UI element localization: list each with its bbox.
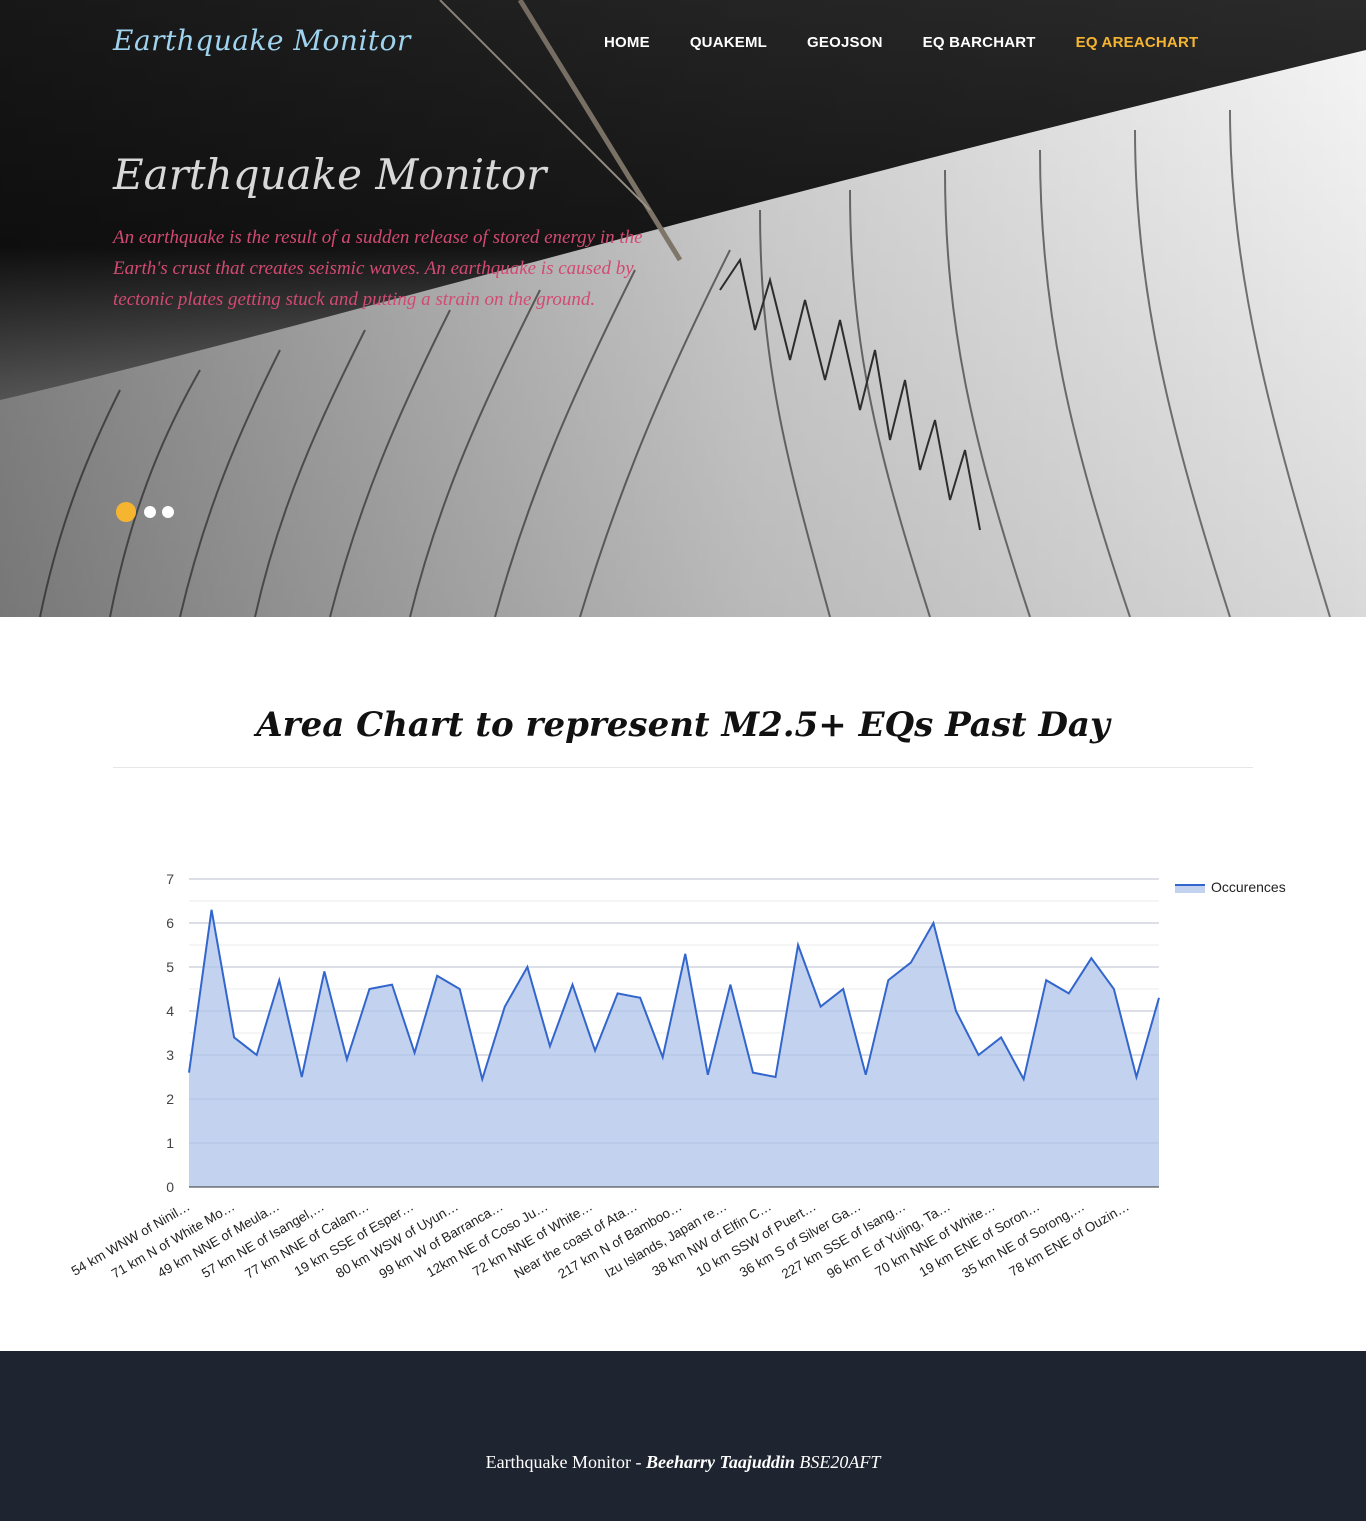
legend-swatch: [1175, 885, 1205, 893]
y-tick-label: 6: [166, 915, 174, 931]
data-point: [796, 943, 800, 947]
footer-code: BSE20AFT: [799, 1452, 881, 1472]
carousel-dot-2[interactable]: [144, 506, 156, 518]
data-point: [977, 1053, 981, 1057]
area-chart: 0123456754 km WNW of Ninil…71 km N of Wh…: [69, 871, 1286, 1282]
nav-geojson[interactable]: GEOJSON: [807, 34, 883, 51]
data-point: [1157, 996, 1161, 1000]
data-point: [1134, 1075, 1138, 1079]
nav-menu: HOME QUAKEML GEOJSON EQ BARCHART EQ AREA…: [604, 34, 1238, 51]
data-point: [593, 1049, 597, 1053]
data-point: [525, 965, 529, 969]
nav-quakeml[interactable]: QUAKEML: [690, 34, 767, 51]
data-point: [232, 1035, 236, 1039]
hero-title: Earthquake Monitor: [113, 150, 547, 199]
data-point: [819, 1005, 823, 1009]
nav-home[interactable]: HOME: [604, 34, 650, 51]
data-point: [210, 908, 214, 912]
data-point: [886, 978, 890, 982]
brand-logo[interactable]: Earthquake Monitor: [113, 24, 411, 57]
data-point: [638, 996, 642, 1000]
y-tick-label: 0: [166, 1179, 174, 1195]
data-point: [277, 978, 281, 982]
data-point: [367, 987, 371, 991]
section-heading: Area Chart to represent M2.5+ EQs Past D…: [256, 705, 1110, 745]
data-point: [706, 1073, 710, 1077]
data-point: [661, 1055, 665, 1059]
data-point: [864, 1073, 868, 1077]
data-point: [1089, 956, 1093, 960]
series-area: [189, 909, 1159, 1187]
footer: Earthquake Monitor - Beeharry Taajuddin …: [0, 1351, 1366, 1521]
data-point: [751, 1071, 755, 1075]
data-point: [728, 983, 732, 987]
data-point: [909, 961, 913, 965]
data-point: [345, 1057, 349, 1061]
data-point: [300, 1075, 304, 1079]
data-point: [954, 1009, 958, 1013]
y-tick-label: 2: [166, 1091, 174, 1107]
y-tick-label: 1: [166, 1135, 174, 1151]
carousel-dot-1[interactable]: [116, 502, 136, 522]
data-point: [255, 1053, 259, 1057]
y-tick-label: 7: [166, 871, 174, 887]
y-tick-label: 5: [166, 959, 174, 975]
data-point: [435, 974, 439, 978]
data-point: [480, 1077, 484, 1081]
hero-banner: Earthquake Monitor HOME QUAKEML GEOJSON …: [0, 0, 1366, 617]
data-point: [503, 1005, 507, 1009]
data-point: [1022, 1077, 1026, 1081]
footer-prefix: Earthquake Monitor -: [485, 1452, 647, 1472]
data-point: [413, 1051, 417, 1055]
data-point: [1044, 978, 1048, 982]
data-point: [1067, 991, 1071, 995]
chart-section: Area Chart to represent M2.5+ EQs Past D…: [0, 617, 1366, 1351]
y-tick-label: 4: [166, 1003, 174, 1019]
legend-label: Occurences: [1211, 879, 1286, 895]
data-point: [187, 1071, 191, 1075]
y-tick-label: 3: [166, 1047, 174, 1063]
nav-eq-barchart[interactable]: EQ BARCHART: [923, 34, 1036, 51]
data-point: [570, 983, 574, 987]
footer-credit: Earthquake Monitor - Beeharry Taajuddin …: [0, 1452, 1366, 1473]
hero-description: An earthquake is the result of a sudden …: [113, 227, 643, 310]
data-point: [616, 991, 620, 995]
data-point: [999, 1035, 1003, 1039]
data-point: [1112, 987, 1116, 991]
carousel-dot-3[interactable]: [162, 506, 174, 518]
data-point: [390, 983, 394, 987]
data-point: [322, 969, 326, 973]
carousel-indicators: [116, 502, 174, 522]
data-point: [931, 921, 935, 925]
data-point: [774, 1075, 778, 1079]
top-navbar: Earthquake Monitor HOME QUAKEML GEOJSON …: [0, 0, 1366, 88]
nav-eq-areachart[interactable]: EQ AREACHART: [1076, 34, 1199, 51]
data-point: [548, 1044, 552, 1048]
data-point: [841, 987, 845, 991]
data-point: [683, 952, 687, 956]
data-point: [458, 987, 462, 991]
footer-author: Beeharry Taajuddin: [646, 1452, 795, 1472]
heading-divider: [113, 767, 1253, 768]
